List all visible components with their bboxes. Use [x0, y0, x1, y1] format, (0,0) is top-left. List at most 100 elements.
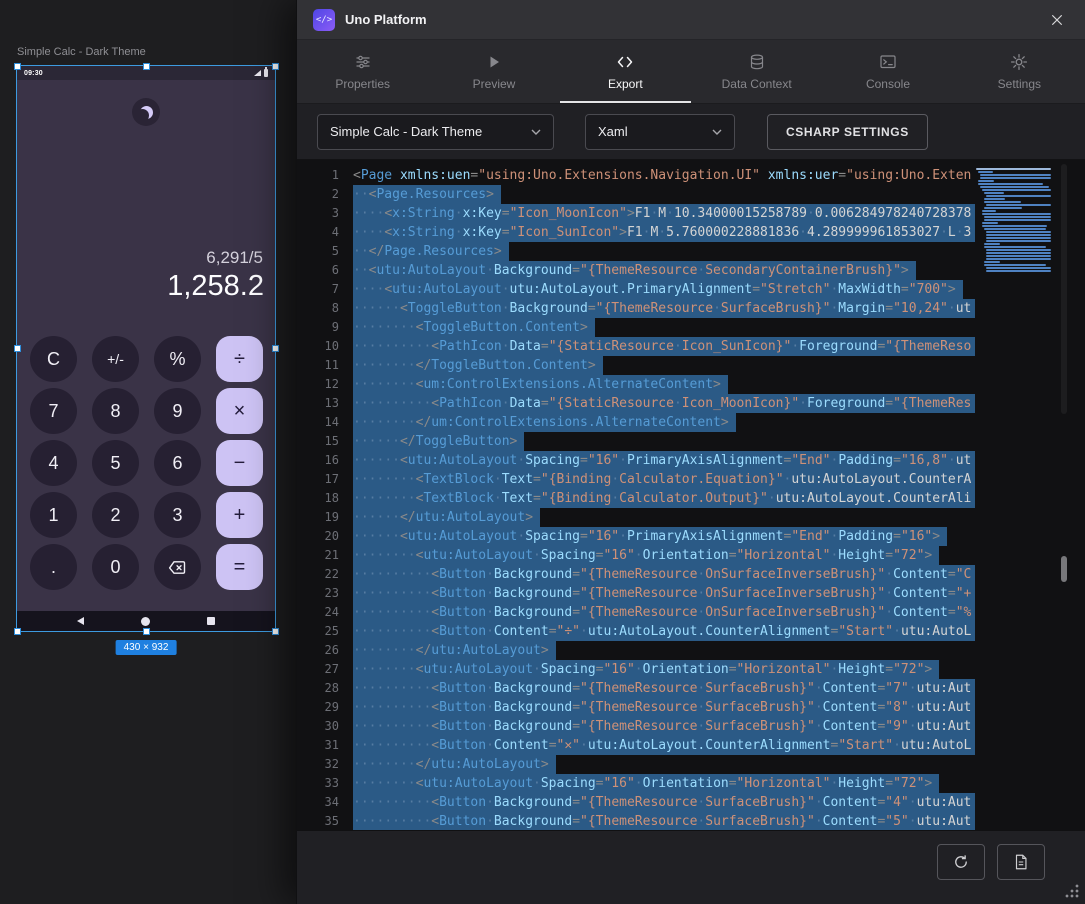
calc-button-4[interactable]: 4: [30, 440, 77, 486]
calc-button-0[interactable]: 0: [92, 544, 139, 590]
line-number: 5: [297, 242, 339, 261]
selection-handle[interactable]: [272, 628, 279, 635]
preview-icon: [485, 53, 503, 71]
selection-handle[interactable]: [14, 63, 21, 70]
code-line[interactable]: ··</Page.Resources>: [353, 242, 975, 261]
tab-console[interactable]: Console: [822, 40, 953, 103]
calc-button-3[interactable]: 3: [154, 492, 201, 538]
page-select[interactable]: Simple Calc - Dark Theme: [317, 114, 554, 150]
code-line[interactable]: ··········<Button·Content="✕"·utu:AutoLa…: [353, 736, 975, 755]
calc-button-8[interactable]: 8: [92, 388, 139, 434]
code-editor[interactable]: 1234567891011121314151617181920212223242…: [297, 160, 1085, 830]
code-line[interactable]: ······</ToggleButton>: [353, 432, 975, 451]
code-line[interactable]: ········</ToggleButton.Content>: [353, 356, 975, 375]
code-line[interactable]: ··········<PathIcon·Data="{StaticResourc…: [353, 394, 975, 413]
tab-data-context[interactable]: Data Context: [691, 40, 822, 103]
code-line[interactable]: ··<utu:AutoLayout·Background="{ThemeReso…: [353, 261, 975, 280]
minimap[interactable]: [976, 168, 1054, 273]
code-line[interactable]: ··<Page.Resources>: [353, 185, 975, 204]
calc-button-divide[interactable]: ÷: [216, 336, 263, 382]
line-number: 29: [297, 698, 339, 717]
tab-properties[interactable]: Properties: [297, 40, 428, 103]
code-line[interactable]: ····<x:String·x:Key="Icon_MoonIcon">F1·M…: [353, 204, 975, 223]
artboard-label[interactable]: Simple Calc - Dark Theme: [17, 46, 146, 58]
code-line[interactable]: ······<utu:AutoLayout·Spacing="16"·Prima…: [353, 527, 975, 546]
code-line[interactable]: ··········<Button·Background="{ThemeReso…: [353, 717, 975, 736]
line-number: 16: [297, 451, 339, 470]
calc-button-2[interactable]: 2: [92, 492, 139, 538]
tab-export[interactable]: Export: [560, 40, 691, 103]
line-number: 17: [297, 470, 339, 489]
calc-button-7[interactable]: 7: [30, 388, 77, 434]
code-line[interactable]: ········<utu:AutoLayout·Spacing="16"·Ori…: [353, 660, 975, 679]
minimap-line: [982, 213, 1051, 215]
nav-home-icon[interactable]: [141, 617, 150, 626]
close-button[interactable]: [1045, 8, 1069, 32]
calc-button-backspace[interactable]: [154, 544, 201, 590]
code-line[interactable]: ······<utu:AutoLayout·Spacing="16"·Prima…: [353, 451, 975, 470]
code-line[interactable]: ··········<Button·Background="{ThemeReso…: [353, 603, 975, 622]
tab-preview[interactable]: Preview: [428, 40, 559, 103]
nav-recents-icon[interactable]: [207, 617, 215, 625]
minimap-line: [986, 249, 1052, 251]
line-number: 32: [297, 755, 339, 774]
calc-button-plus[interactable]: +: [216, 492, 263, 538]
code-line[interactable]: ········</um:ControlExtensions.Alternate…: [353, 413, 975, 432]
minimap-line: [986, 258, 1052, 260]
code-line[interactable]: ········</utu:AutoLayout>: [353, 641, 975, 660]
code-line[interactable]: ··········<Button·Background="{ThemeReso…: [353, 584, 975, 603]
calc-button-plus-minus[interactable]: +/-: [92, 336, 139, 382]
calc-button-equals[interactable]: =: [216, 544, 263, 590]
code-line[interactable]: ······</utu:AutoLayout>: [353, 508, 975, 527]
phone-artboard[interactable]: 09:30 6,291/5 1,258.2 C+/-%÷789×456−123+…: [17, 66, 275, 631]
format-select[interactable]: Xaml: [585, 114, 735, 150]
code-line[interactable]: ········<um:ControlExtensions.AlternateC…: [353, 375, 975, 394]
code-line[interactable]: ········<ToggleButton.Content>: [353, 318, 975, 337]
tab-settings[interactable]: Settings: [954, 40, 1085, 103]
resize-grip[interactable]: [1064, 883, 1080, 899]
code-line[interactable]: ··········<Button·Background="{ThemeReso…: [353, 698, 975, 717]
calc-button-multiply[interactable]: ×: [216, 388, 263, 434]
code-line[interactable]: <Page xmlns:uen="using:Uno.Extensions.Na…: [353, 166, 975, 185]
selection-handle[interactable]: [272, 345, 279, 352]
calc-button-percent[interactable]: %: [154, 336, 201, 382]
code-line[interactable]: ········<TextBlock·Text="{Binding·Calcul…: [353, 489, 975, 508]
selection-handle[interactable]: [14, 628, 21, 635]
line-number: 10: [297, 337, 339, 356]
code-line[interactable]: ········<utu:AutoLayout·Spacing="16"·Ori…: [353, 546, 975, 565]
theme-toggle-button[interactable]: [132, 98, 160, 126]
code-line[interactable]: ··········<Button·Background="{ThemeReso…: [353, 793, 975, 812]
csharp-settings-button[interactable]: CSHARP SETTINGS: [767, 114, 928, 150]
calc-button-clear[interactable]: C: [30, 336, 77, 382]
editor-scrollbar[interactable]: [1060, 160, 1068, 830]
code-line[interactable]: ········</utu:AutoLayout>: [353, 755, 975, 774]
calc-button-1[interactable]: 1: [30, 492, 77, 538]
minimap-line: [984, 228, 1047, 230]
code-line[interactable]: ··········<Button·Content="÷"·utu:AutoLa…: [353, 622, 975, 641]
code-line[interactable]: ····<utu:AutoLayout·utu:AutoLayout.Prima…: [353, 280, 975, 299]
code-line[interactable]: ········<utu:AutoLayout·Spacing="16"·Ori…: [353, 774, 975, 793]
line-number: 24: [297, 603, 339, 622]
nav-back-icon[interactable]: [77, 617, 84, 625]
selection-handle[interactable]: [143, 63, 150, 70]
scrollbar-thumb[interactable]: [1061, 556, 1067, 582]
code-line[interactable]: ··········<Button·Background="{ThemeReso…: [353, 565, 975, 584]
calc-button-minus[interactable]: −: [216, 440, 263, 486]
code-pane[interactable]: <Page xmlns:uen="using:Uno.Extensions.Na…: [353, 166, 975, 830]
selection-handle[interactable]: [143, 628, 150, 635]
code-line[interactable]: ··········<PathIcon·Data="{StaticResourc…: [353, 337, 975, 356]
code-line[interactable]: ········<TextBlock·Text="{Binding·Calcul…: [353, 470, 975, 489]
minimap-line: [984, 201, 1021, 203]
code-line[interactable]: ······<ToggleButton·Background="{ThemeRe…: [353, 299, 975, 318]
selection-handle[interactable]: [272, 63, 279, 70]
calc-button-9[interactable]: 9: [154, 388, 201, 434]
calc-button-decimal[interactable]: .: [30, 544, 77, 590]
selection-handle[interactable]: [14, 345, 21, 352]
calc-button-5[interactable]: 5: [92, 440, 139, 486]
calc-button-6[interactable]: 6: [154, 440, 201, 486]
code-line[interactable]: ··········<Button·Background="{ThemeReso…: [353, 679, 975, 698]
refresh-button[interactable]: [937, 844, 985, 880]
code-line[interactable]: ····<x:String·x:Key="Icon_SunIcon">F1·M·…: [353, 223, 975, 242]
export-file-button[interactable]: [997, 844, 1045, 880]
code-line[interactable]: ··········<Button·Background="{ThemeReso…: [353, 812, 975, 830]
